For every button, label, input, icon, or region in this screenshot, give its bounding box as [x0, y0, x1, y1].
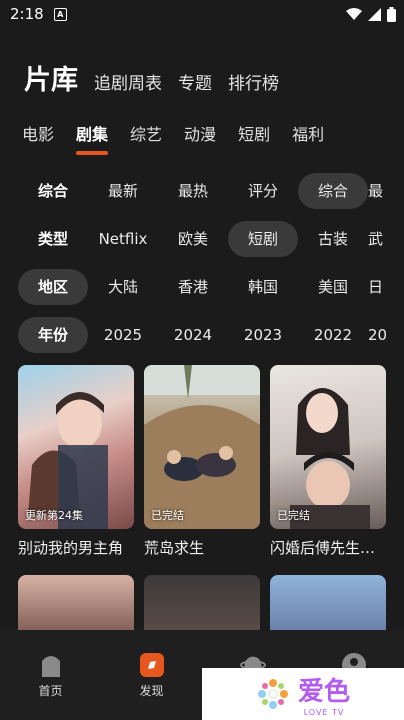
- poster-image[interactable]: [18, 575, 134, 635]
- poster-image: 已完结: [270, 365, 386, 529]
- filter-row-year: 年份 2025 2024 2023 2022 20: [18, 317, 402, 353]
- poster-image[interactable]: [270, 575, 386, 635]
- filter-row-type: 类型 Netflix 欧美 短剧 古装 武: [18, 221, 402, 257]
- category-short-drama[interactable]: 短剧: [238, 121, 270, 145]
- status-time: 2:18: [10, 5, 44, 23]
- filter-title: 综合: [37, 182, 68, 200]
- page-title: 片库: [24, 65, 78, 96]
- filter-chip[interactable]: 大陆: [88, 269, 158, 305]
- filter-chip-selected[interactable]: 短剧: [228, 221, 298, 257]
- filter-chip[interactable]: 20: [368, 317, 402, 353]
- filter-title-selected[interactable]: 年份: [18, 317, 88, 353]
- category-anime[interactable]: 动漫: [184, 121, 216, 145]
- watermark-text: 爱色: [297, 677, 350, 707]
- poster-image: 已完结: [144, 365, 260, 529]
- nav-discover[interactable]: 发现: [101, 630, 202, 720]
- nav-label: 首页: [38, 684, 63, 698]
- poster-title: 荒岛求生: [144, 539, 205, 557]
- filter-row-sort: 综合 最新 最热 评分 综合 最: [18, 173, 402, 209]
- category-variety[interactable]: 综艺: [130, 121, 162, 145]
- nav-label: 发现: [139, 684, 164, 698]
- filter-title: 类型: [37, 230, 68, 248]
- status-bar: 2:18 A: [0, 0, 404, 28]
- filter-chip[interactable]: 2025: [88, 317, 158, 353]
- filter-chip[interactable]: 日: [368, 269, 402, 305]
- filter-chip[interactable]: 最: [368, 173, 402, 209]
- status-badge: 已完结: [151, 509, 184, 522]
- poster-card[interactable]: 已完结 荒岛求生: [144, 365, 260, 558]
- filter-chip[interactable]: 2023: [228, 317, 298, 353]
- filter-chip[interactable]: 最新: [88, 173, 158, 209]
- filter-chip[interactable]: 美国: [298, 269, 368, 305]
- poster-image[interactable]: [144, 575, 260, 635]
- episode-badge: 更新第24集: [25, 509, 83, 522]
- wifi-icon: [346, 8, 362, 20]
- poster-card[interactable]: 已完结 闪婚后傅先生…: [270, 365, 386, 558]
- signal-icon: [368, 7, 381, 21]
- filter-chip[interactable]: 最热: [158, 173, 228, 209]
- header: 片库 追剧周表 专题 排行榜: [24, 58, 279, 97]
- filter-chip[interactable]: 韩国: [228, 269, 298, 305]
- poster-title: 别动我的男主角: [18, 539, 124, 557]
- filter-chip[interactable]: 武: [368, 221, 402, 257]
- tab-schedule[interactable]: 追剧周表: [94, 69, 162, 94]
- filter-chip[interactable]: 2024: [158, 317, 228, 353]
- poster-image: 更新第24集: [18, 365, 134, 529]
- tab-ranking[interactable]: 排行榜: [228, 69, 279, 94]
- poster-card[interactable]: 更新第24集 别动我的男主角: [18, 365, 134, 558]
- filter-chip[interactable]: Netflix: [88, 221, 158, 257]
- notification-icon: A: [53, 7, 67, 21]
- filter-chip[interactable]: 香港: [158, 269, 228, 305]
- filter-chip-selected[interactable]: 综合: [298, 173, 368, 209]
- flower-icon: [257, 679, 288, 709]
- battery-icon: [387, 6, 396, 22]
- nav-home[interactable]: 首页: [0, 630, 101, 720]
- poster-title: 闪婚后傅先生…: [270, 539, 376, 557]
- filter-chip[interactable]: 2022: [298, 317, 368, 353]
- category-welfare[interactable]: 福利: [292, 121, 324, 145]
- discover-icon: [139, 652, 165, 678]
- status-badge: 已完结: [277, 509, 310, 522]
- category-movie[interactable]: 电影: [22, 121, 54, 145]
- watermark-logo: 爱色 LOVE TV: [202, 668, 404, 720]
- filter-title-selected[interactable]: 地区: [18, 269, 88, 305]
- poster-grid-row-2: [18, 575, 386, 635]
- home-icon: [38, 652, 64, 678]
- category-tabs: 电影 剧集 综艺 动漫 短剧 福利: [22, 121, 324, 155]
- poster-grid: 更新第24集 别动我的男主角 已完结 荒岛求生 已完结 闪婚后傅先生…: [18, 365, 386, 558]
- filter-chip[interactable]: 欧美: [158, 221, 228, 257]
- filter-row-region: 地区 大陆 香港 韩国 美国 日: [18, 269, 402, 305]
- tab-topics[interactable]: 专题: [178, 69, 212, 94]
- category-series[interactable]: 剧集: [76, 121, 109, 155]
- watermark-subtext: LOVE TV: [303, 708, 345, 717]
- filter-chip[interactable]: 古装: [298, 221, 368, 257]
- filter-chip[interactable]: 评分: [228, 173, 298, 209]
